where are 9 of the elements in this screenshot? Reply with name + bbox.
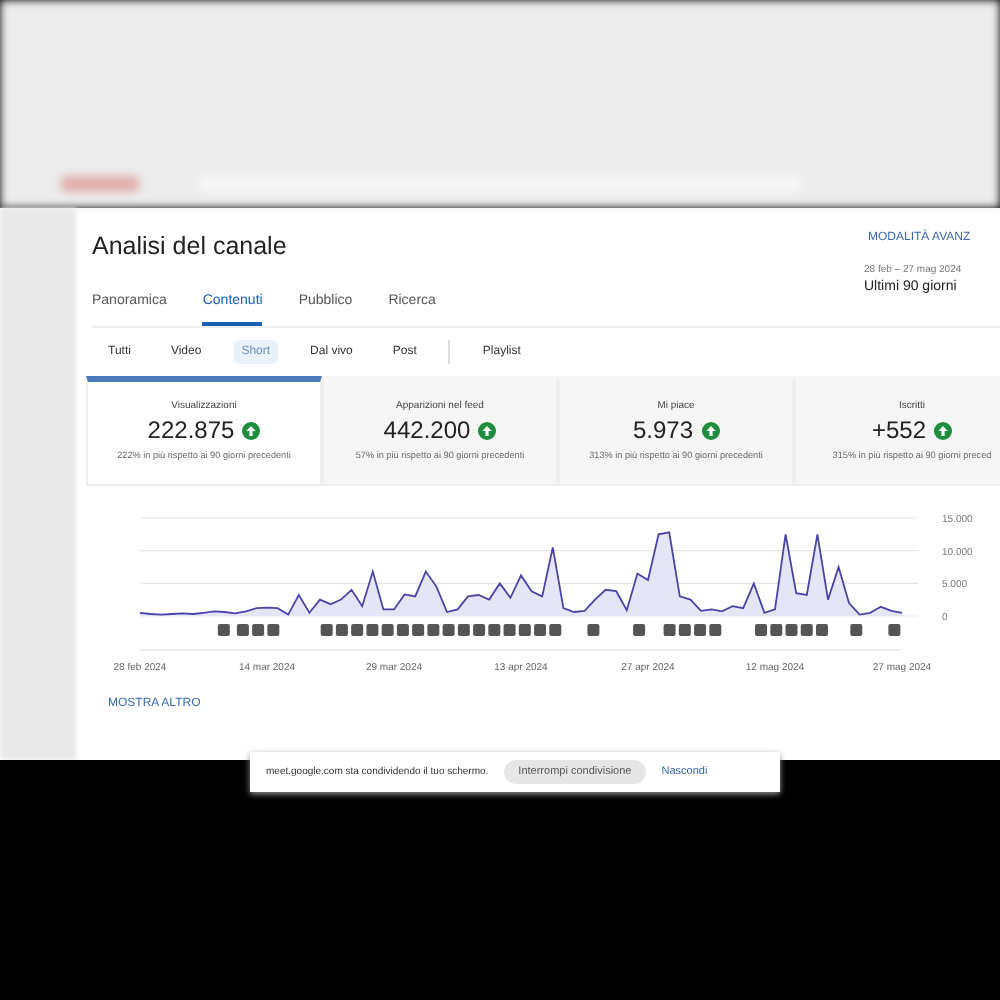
up-arrow-icon: [934, 421, 953, 439]
up-arrow-icon: [701, 421, 720, 439]
up-arrow-icon: [242, 421, 261, 439]
metric-value: 442.200: [383, 416, 471, 444]
metric-value: +552: [871, 416, 927, 444]
metric-value: 222.875: [147, 416, 235, 444]
page-title: Analisi del canale: [92, 232, 289, 260]
up-arrow-icon: [478, 421, 497, 439]
metric-value: 5.973: [632, 416, 694, 444]
